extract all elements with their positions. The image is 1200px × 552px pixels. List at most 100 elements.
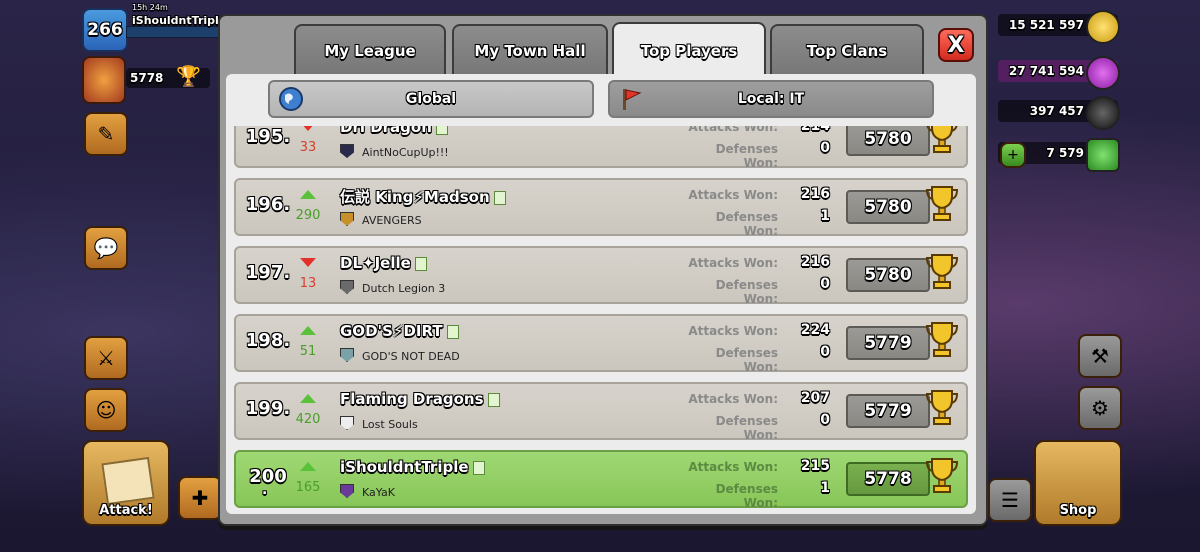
trophy-icon	[924, 126, 960, 154]
tab-top-players[interactable]: Top Players	[612, 22, 766, 78]
global-filter-button[interactable]: Global	[268, 80, 594, 118]
player-row-self[interactable]: 200 165 iShouldntTriple KaYaK Attacks Won: 21…	[234, 450, 968, 510]
clan-badge-icon	[340, 212, 354, 226]
attack-label: Attack!	[99, 503, 153, 518]
player-row[interactable]: 196. 290 伝説 King⚡Madson AVENGERS Attacks Won…	[234, 178, 968, 238]
pencil-icon: ✎	[97, 122, 115, 146]
plus-icon: ✚	[191, 486, 209, 510]
layout-button[interactable]: ⚒	[1078, 334, 1122, 378]
attacks-won-value: 216	[800, 254, 830, 270]
rank-change-value: 165	[295, 480, 321, 495]
trophy-icon	[924, 252, 960, 290]
tools-icon: ⚒	[1091, 344, 1109, 368]
player-name[interactable]: GOD'S⚡DIRT	[340, 322, 459, 340]
player-level-badge[interactable]: 266	[82, 8, 128, 52]
edit-layout-button[interactable]: ✎	[84, 112, 128, 156]
verified-badge-icon	[435, 126, 448, 135]
trophy-count: 5779	[846, 394, 930, 428]
rank-change-value: 420	[295, 412, 321, 427]
battle-log-button[interactable]: ⚔	[84, 336, 128, 380]
news-button[interactable]: ☰	[988, 478, 1032, 522]
verified-badge-icon	[487, 392, 500, 407]
trophy-icon	[924, 456, 960, 494]
clan-name[interactable]: KaYaK	[340, 484, 395, 499]
player-name: iShouldntTriple	[132, 14, 227, 27]
defenses-won-label: Defenses Won:	[715, 142, 778, 170]
gear-icon: ⚙	[1091, 396, 1109, 420]
chat-icon: 💬	[93, 236, 119, 260]
red-flag-icon	[623, 89, 642, 110]
leaderboard-panel: Global Local: IT 195. 33 Dri Dragon AintNoC…	[226, 74, 976, 514]
player-name-text: iShouldntTriple	[340, 458, 469, 476]
player-name[interactable]: Flaming Dragons	[340, 390, 500, 408]
player-row[interactable]: 199. 420 Flaming Dragons Lost Souls Attacks …	[234, 382, 968, 442]
attacks-won-value: 216	[800, 186, 830, 202]
rank-change-up-icon	[300, 326, 316, 335]
trophy-count: 5778	[846, 462, 930, 496]
attacks-won-label: Attacks Won:	[688, 188, 778, 202]
trophy-icon	[924, 388, 960, 426]
defenses-won-value: 1	[820, 480, 830, 496]
player-row[interactable]: 198. 51 GOD'S⚡DIRT GOD'S NOT DEAD Attacks Wo…	[234, 314, 968, 374]
clan-name[interactable]: Lost Souls	[340, 416, 418, 431]
player-name[interactable]: 伝説 King⚡Madson	[340, 186, 506, 207]
tab-my-league[interactable]: My League	[294, 24, 446, 76]
attacks-won-label: Attacks Won:	[688, 256, 778, 270]
player-name-text: GOD'S⚡DIRT	[340, 322, 443, 340]
army-button[interactable]: ☺	[84, 388, 128, 432]
tab-my-town-hall[interactable]: My Town Hall	[452, 24, 608, 76]
local-filter-button[interactable]: Local: IT	[608, 80, 934, 118]
verified-badge-icon	[472, 460, 485, 475]
heal-button[interactable]: ✚	[178, 476, 222, 520]
rank-change-up-icon	[300, 462, 316, 471]
settings-button[interactable]: ⚙	[1078, 386, 1122, 430]
attacks-won-label: Attacks Won:	[688, 324, 778, 338]
defenses-won-value: 0	[820, 276, 830, 292]
plus-icon: +	[1007, 147, 1019, 163]
clan-badge-icon	[340, 416, 354, 430]
clan-name[interactable]: AintNoCupUp!!!	[340, 144, 449, 159]
clan-badge-icon	[340, 348, 354, 362]
gold-icon	[1086, 10, 1120, 44]
verified-badge-icon	[446, 324, 459, 339]
tab-top-clans[interactable]: Top Clans	[770, 24, 924, 76]
clan-name[interactable]: GOD'S NOT DEAD	[340, 348, 460, 363]
player-name[interactable]: iShouldntTriple	[340, 458, 485, 476]
clan-badge-icon	[340, 144, 354, 158]
rank-change-up-icon	[300, 394, 316, 403]
shop-button[interactable]: Shop	[1034, 440, 1122, 526]
globe-icon	[279, 87, 303, 111]
local-filter-label: Local: IT	[737, 91, 805, 107]
trophy-icon: 🏆	[176, 64, 201, 88]
trophy-count: 5779	[846, 326, 930, 360]
close-button[interactable]: X	[938, 28, 974, 62]
clan-name-text: Lost Souls	[362, 418, 418, 431]
builder-timer: 15h 24m	[132, 3, 168, 12]
player-row[interactable]: 197. 13 DL✦Jelle Dutch Legion 3 Attacks Won:…	[234, 246, 968, 306]
chat-button[interactable]: 💬	[84, 226, 128, 270]
rank-change-value: 33	[299, 140, 317, 155]
attacks-won-value: 215	[800, 458, 830, 474]
defenses-won-value: 0	[820, 344, 830, 360]
buy-gems-button[interactable]: +	[1000, 142, 1026, 168]
player-row[interactable]: 195. 33 Dri Dragon AintNoCupUp!!! Attacks Wo…	[234, 126, 968, 170]
player-name[interactable]: Dri Dragon	[340, 126, 448, 136]
league-badge-icon[interactable]	[82, 56, 126, 104]
barbarian-icon: ☺	[95, 398, 117, 422]
clan-name[interactable]: Dutch Legion 3	[340, 280, 445, 295]
attacks-won-label: Attacks Won:	[688, 392, 778, 406]
dark-elixir-icon	[1086, 96, 1120, 130]
player-name-text: 伝説 King⚡Madson	[340, 188, 490, 206]
verified-badge-icon	[414, 256, 427, 271]
defenses-won-label: Defenses Won:	[715, 210, 778, 238]
player-name-text: DL✦Jelle	[340, 254, 411, 272]
rank-change-down-icon	[300, 126, 316, 131]
trophy-count: 5780	[846, 126, 930, 156]
attack-button[interactable]: Attack!	[82, 440, 170, 526]
player-name[interactable]: DL✦Jelle	[340, 254, 427, 272]
defenses-won-label: Defenses Won:	[715, 414, 778, 442]
trophy-icon	[924, 184, 960, 222]
rank-change-value: 51	[299, 344, 317, 359]
clan-name[interactable]: AVENGERS	[340, 212, 422, 227]
player-ranking-list[interactable]: 195. 33 Dri Dragon AintNoCupUp!!! Attacks Wo…	[226, 126, 976, 514]
